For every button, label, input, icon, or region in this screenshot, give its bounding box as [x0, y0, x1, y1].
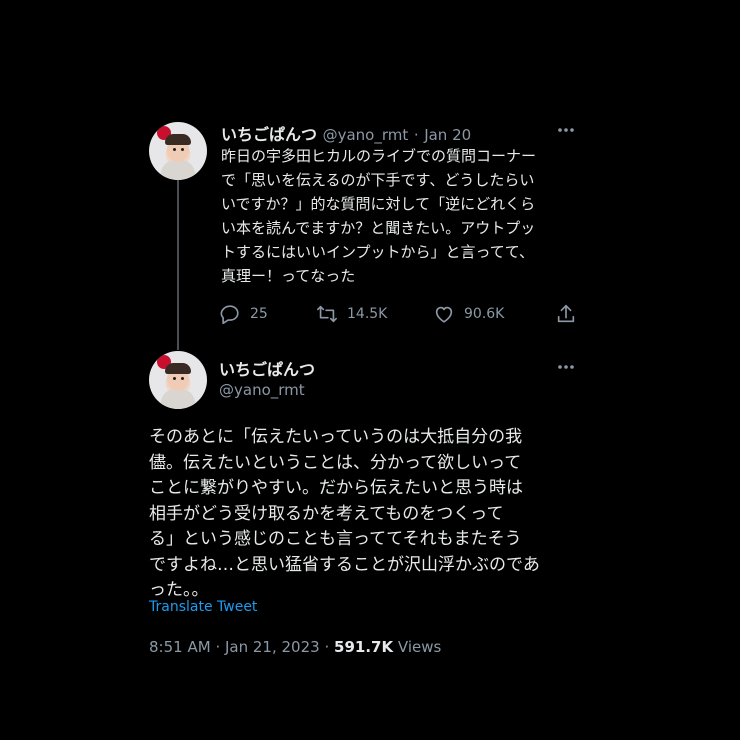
views-count[interactable]: 591.7K — [334, 638, 393, 656]
header-separator: · — [413, 126, 419, 144]
thread-connector-line — [177, 180, 179, 350]
more-horizontal-icon[interactable] — [556, 122, 576, 142]
share-button[interactable] — [555, 302, 577, 326]
reply-count: 25 — [250, 306, 268, 322]
retweet-button[interactable]: 14.5K — [316, 302, 387, 326]
tweet-time[interactable]: 8:51 AM — [149, 638, 211, 656]
tweet-date[interactable]: Jan 20 — [424, 126, 471, 144]
tweet-date[interactable]: Jan 21, 2023 — [225, 638, 320, 656]
display-name[interactable]: いちごぱんつ — [219, 356, 315, 380]
avatar-eye — [181, 377, 184, 380]
avatar[interactable] — [149, 351, 207, 409]
display-name[interactable]: いちごぱんつ — [221, 125, 317, 144]
timestamp-separator: · — [215, 638, 221, 656]
avatar-body — [161, 389, 195, 409]
handle[interactable]: @yano_rmt — [323, 126, 409, 144]
tweet1-header: いちごぱんつ @yano_rmt · Jan 20 — [221, 121, 471, 145]
more-horizontal-icon[interactable] — [556, 359, 576, 379]
heart-icon — [433, 303, 455, 325]
tweet-timestamp: 8:51 AM · Jan 21, 2023 · 591.7K Views — [149, 638, 441, 656]
avatar-eye — [173, 377, 176, 380]
avatar-eye — [181, 148, 184, 151]
avatar[interactable] — [149, 122, 207, 180]
avatar-hair — [165, 363, 191, 374]
views-label: Views — [397, 638, 442, 656]
retweet-count: 14.5K — [347, 306, 388, 322]
tweet1-action-bar: 25 14.5K 90.6K — [219, 302, 579, 326]
avatar-hair — [165, 134, 191, 145]
reply-button[interactable]: 25 — [219, 302, 268, 326]
like-button[interactable]: 90.6K — [433, 302, 504, 326]
translate-tweet-link[interactable]: Translate Tweet — [149, 599, 257, 615]
tweet2-text: そのあとに「伝えたいっていうのは大抵自分の我 儘。伝えたいということは、分かって… — [149, 427, 540, 600]
tweet1-text: 昨日の宇多田ヒカルのライブでの質問コーナー で「思いを伝えるのが下手です、どうし… — [221, 147, 537, 285]
like-count: 90.6K — [464, 306, 505, 322]
handle[interactable]: @yano_rmt — [219, 381, 305, 399]
retweet-icon — [316, 303, 338, 325]
avatar-body — [161, 160, 195, 180]
timestamp-separator: · — [324, 638, 330, 656]
avatar-eye — [173, 148, 176, 151]
reply-icon — [219, 303, 241, 325]
share-icon — [555, 303, 577, 325]
